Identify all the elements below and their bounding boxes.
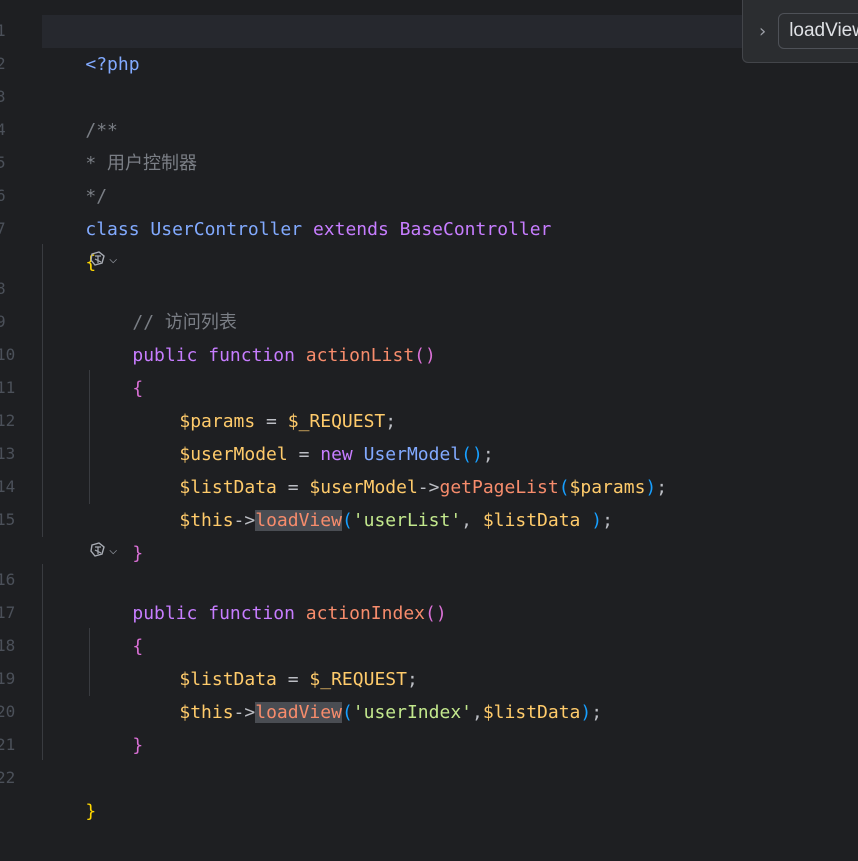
line-number: 12 (0, 411, 16, 430)
line-number: 20 (0, 702, 16, 721)
search-input[interactable]: loadView (778, 13, 858, 49)
chevron-down-icon: ⌵ (109, 542, 118, 558)
code-line: class UserController extends BaseControl… (42, 180, 551, 240)
line-number: 21 (0, 735, 16, 754)
paren: ) (580, 702, 592, 723)
search-match-highlight[interactable]: loadView (255, 702, 342, 723)
code-line: $params = $_REQUEST; (136, 372, 396, 432)
line-number: 8 (0, 279, 6, 298)
code-line: $listData = $_REQUEST; (136, 630, 417, 690)
keyword: function (208, 345, 295, 366)
find-popup: › loadView (742, 0, 858, 63)
line-number: 18 (0, 636, 16, 655)
line-number: 3 (0, 87, 6, 106)
line-number: 4 (0, 120, 6, 139)
inlay-hint[interactable]: ⌵ (89, 248, 117, 270)
keyword: extends (312, 219, 389, 240)
code-line: public function actionIndex() (89, 564, 446, 624)
code-line: $listData = $userModel->getPageList($par… (136, 438, 667, 498)
semicolon: ; (602, 510, 613, 531)
code-line: */ (42, 147, 107, 207)
code-line: $this->loadView('userList', $listData ); (136, 471, 613, 531)
line-number: 10 (0, 345, 16, 364)
line-number: 19 (0, 669, 16, 688)
code-line: } (89, 696, 143, 756)
php-open-tag: <?php (85, 54, 140, 75)
variable: $listData (482, 702, 581, 723)
line-number: 22 (0, 768, 16, 787)
indent-guide (42, 564, 43, 760)
comma: , (461, 510, 483, 531)
code-line: * 用户控制器 (42, 114, 197, 174)
arrow-operator: -> (233, 510, 256, 531)
paren: ( (341, 510, 353, 531)
line-number: 15 (0, 510, 16, 529)
code-line: // 访问列表 (89, 273, 237, 333)
paren: ( (341, 702, 353, 723)
search-match-highlight[interactable]: loadView (255, 510, 342, 531)
semicolon: ; (656, 477, 668, 498)
brace: } (85, 801, 97, 822)
line-number: 11 (0, 378, 16, 397)
brace: } (132, 735, 144, 756)
brace: } (132, 543, 144, 564)
line-number: 2 (0, 54, 6, 73)
inlay-hint[interactable]: ⌵ (89, 539, 117, 561)
line-number: 7 (0, 219, 6, 238)
code-line: { (89, 339, 143, 399)
line-number: 14 (0, 477, 16, 496)
keyword: function (208, 603, 295, 624)
semicolon: ; (591, 702, 603, 723)
variable: $this (179, 510, 234, 531)
ai-assist-icon (90, 542, 105, 557)
line-number: 9 (0, 312, 6, 331)
variable: $this (179, 702, 234, 723)
code-line: { (89, 597, 143, 657)
expand-chevron-icon[interactable]: › (759, 21, 766, 42)
code-line: $userModel = new UserModel(); (136, 405, 493, 465)
line-number: 1 (0, 21, 6, 40)
line-number: 5 (0, 153, 6, 172)
code-line: $this->loadView('userIndex',$listData); (136, 663, 602, 723)
code-line: { (42, 213, 96, 273)
paren: ) (645, 477, 657, 498)
code-line: } (89, 504, 143, 564)
line-number: 17 (0, 603, 16, 622)
ai-assist-icon (90, 251, 105, 266)
parens: () (425, 603, 447, 624)
paren: ) (580, 510, 603, 531)
string-literal: 'userIndex' (352, 702, 472, 723)
line-number-gutter: 1 2 3 4 5 6 7 8 9 10 11 12 13 14 15 16 1… (0, 0, 16, 841)
line-number: 6 (0, 186, 6, 205)
variable: $listData (482, 510, 581, 531)
class-name: UserController (150, 219, 303, 240)
code-line: } (42, 762, 96, 822)
comma: , (472, 702, 483, 723)
code-line: <?php (42, 15, 742, 75)
code-line: public function actionList() (89, 306, 435, 366)
base-class-name: BaseController (399, 219, 552, 240)
function-name: actionList (305, 345, 415, 366)
function-name: actionIndex (305, 603, 425, 624)
chevron-down-icon: ⌵ (109, 251, 118, 267)
code-line: /** (42, 81, 118, 141)
line-number: 13 (0, 444, 16, 463)
line-number: 16 (0, 570, 16, 589)
parens: () (414, 345, 436, 366)
arrow-operator: -> (233, 702, 256, 723)
string-literal: 'userList' (352, 510, 462, 531)
